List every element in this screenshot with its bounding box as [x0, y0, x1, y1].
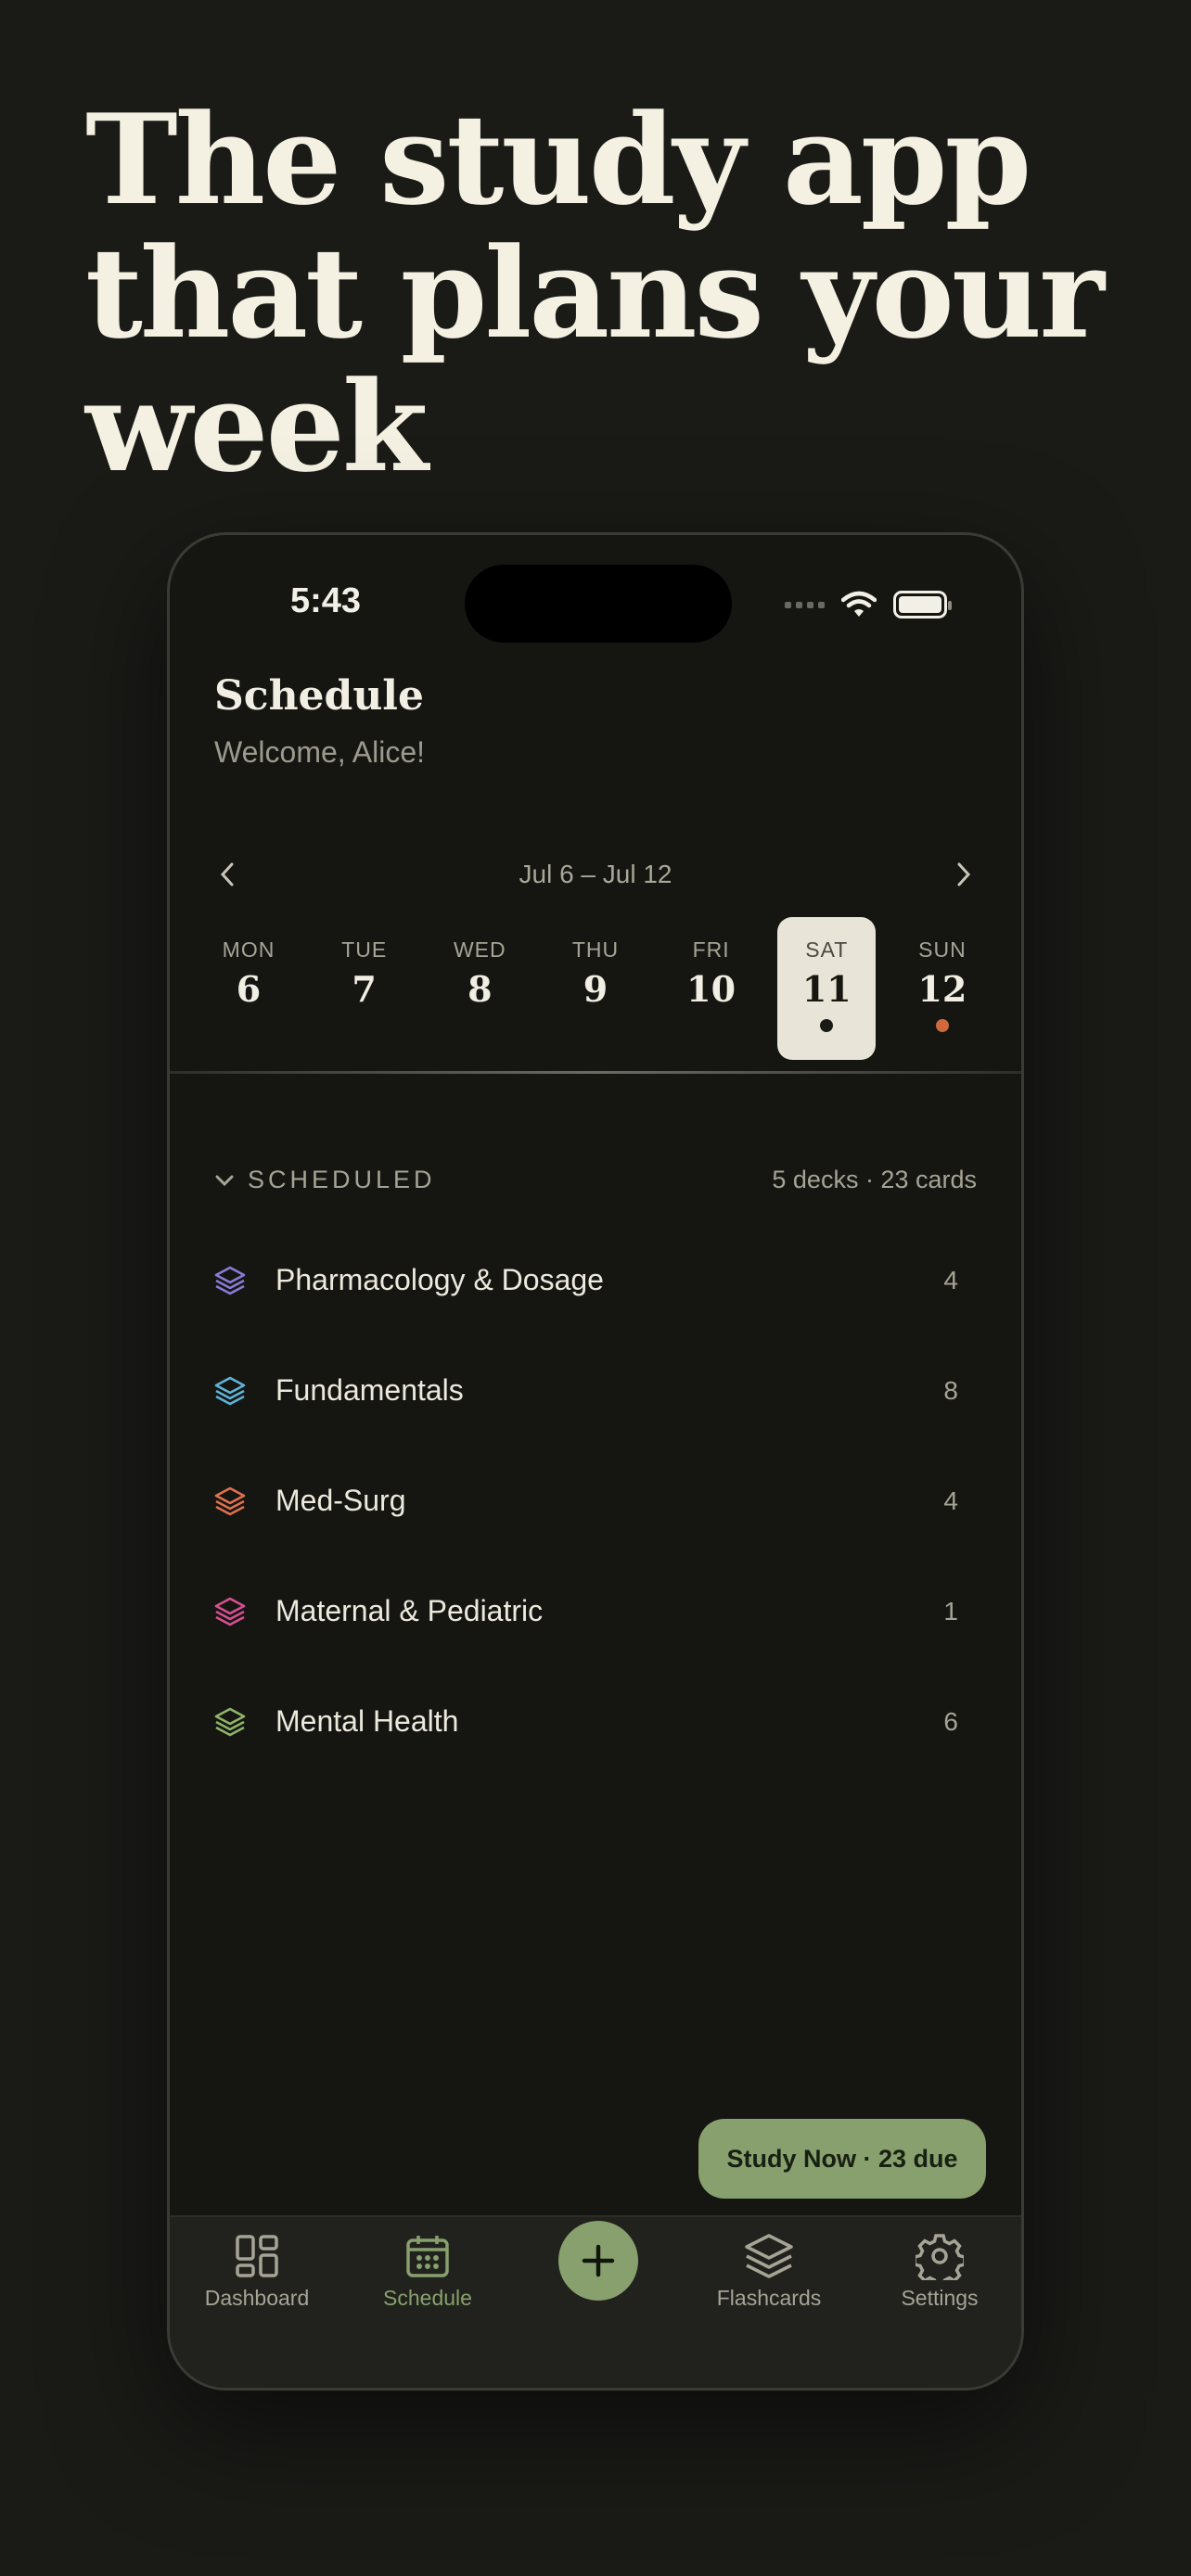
- phone-frame: 5:43 Schedule Welcome, Alice! Jul 6 – Ju…: [167, 532, 1024, 2391]
- gear-icon: [916, 2234, 964, 2280]
- day-date: 7: [352, 968, 377, 1010]
- day-fri[interactable]: FRI 10: [662, 917, 761, 1060]
- hero-line-3: week: [85, 353, 429, 500]
- deck-name: Maternal & Pediatric: [275, 1594, 544, 1627]
- deck-stack-icon: [214, 1376, 275, 1406]
- deck-list-item[interactable]: Fundamentals 8: [214, 1335, 977, 1446]
- calendar-icon: [406, 2236, 449, 2277]
- dashboard-icon: [236, 2235, 278, 2277]
- deck-name: Med-Surg: [275, 1484, 406, 1517]
- day-date: 9: [583, 968, 608, 1010]
- layers-icon: [745, 2234, 793, 2278]
- day-date: 6: [236, 968, 262, 1010]
- tab-label: Schedule: [383, 2286, 472, 2310]
- deck-card-count: 8: [943, 1375, 958, 1405]
- deck-name: Pharmacology & Dosage: [275, 1263, 604, 1296]
- page-title: Schedule: [214, 672, 425, 720]
- day-indicator-dot: [935, 1019, 949, 1032]
- previous-week-button[interactable]: [207, 854, 248, 895]
- header-divider: [170, 1071, 1021, 1074]
- scheduled-label: SCHEDULED: [248, 1166, 436, 1193]
- day-date: 11: [801, 968, 852, 1010]
- add-button[interactable]: [558, 2221, 638, 2301]
- welcome-text: Welcome, Alice!: [214, 735, 426, 769]
- day-name: FRI: [692, 937, 730, 962]
- day-date: 8: [467, 968, 493, 1010]
- day-mon[interactable]: MON 6: [199, 917, 298, 1060]
- deck-card-count: 4: [943, 1486, 958, 1515]
- deck-stack-icon: [214, 1486, 275, 1516]
- day-name: MON: [222, 937, 275, 962]
- day-date: 10: [686, 968, 736, 1010]
- tab-label: Settings: [901, 2286, 979, 2310]
- scheduled-summary: 5 decks · 23 cards: [772, 1166, 977, 1193]
- day-name: SUN: [918, 937, 967, 962]
- next-week-button[interactable]: [943, 854, 984, 895]
- deck-card-count: 4: [943, 1265, 958, 1294]
- scheduled-section-header[interactable]: SCHEDULED 5 decks · 23 cards: [214, 1166, 977, 1194]
- deck-stack-icon: [214, 1266, 275, 1295]
- day-tue[interactable]: TUE 7: [315, 917, 414, 1060]
- deck-card-count: 1: [943, 1596, 958, 1626]
- tab-label: Flashcards: [716, 2286, 822, 2310]
- plus-icon: [582, 2244, 615, 2277]
- hero-headline: The study app that plans your week: [85, 93, 1124, 493]
- chevron-right-icon: [957, 862, 971, 886]
- tab-dashboard[interactable]: Dashboard: [183, 2217, 331, 2311]
- battery-icon: [893, 591, 952, 618]
- deck-list-item[interactable]: Mental Health 6: [214, 1666, 977, 1777]
- day-name: TUE: [341, 937, 388, 962]
- tab-flashcards[interactable]: Flashcards: [695, 2217, 843, 2311]
- week-range: Jul 6 – Jul 12: [519, 860, 672, 888]
- day-indicator-dot: [820, 1019, 834, 1032]
- deck-list-item[interactable]: Pharmacology & Dosage 4: [214, 1225, 977, 1335]
- deck-card-count: 6: [943, 1706, 958, 1736]
- tab-label: Dashboard: [204, 2286, 310, 2310]
- dynamic-island: [465, 565, 732, 643]
- signal-icon: [785, 601, 825, 608]
- hero-line-2: that plans your: [85, 220, 1105, 366]
- deck-stack-icon: [214, 1707, 275, 1737]
- day-sat[interactable]: SAT 11: [777, 917, 877, 1060]
- day-thu[interactable]: THU 9: [546, 917, 645, 1060]
- week-navigator: Jul 6 – Jul 12: [207, 847, 984, 902]
- day-name: SAT: [805, 937, 849, 962]
- status-indicators: [785, 591, 952, 618]
- chevron-left-icon: [220, 862, 234, 886]
- deck-list-item[interactable]: Med-Surg 4: [214, 1446, 977, 1556]
- day-selector: MON 6 TUE 7 WED 8 THU 9 FRI 10 SAT 11 SUN 12: [199, 917, 992, 1060]
- hero-line-1: The study app: [85, 86, 1031, 233]
- day-sun[interactable]: SUN 12: [893, 917, 992, 1060]
- day-wed[interactable]: WED 8: [430, 917, 529, 1060]
- tab-bar: Dashboard Schedule Flashcards Settings: [170, 2215, 1021, 2388]
- deck-name: Mental Health: [275, 1704, 459, 1738]
- study-now-button[interactable]: Study Now · 23 due: [698, 2119, 986, 2199]
- day-name: THU: [571, 937, 620, 962]
- deck-stack-icon: [214, 1597, 275, 1626]
- deck-list-item[interactable]: Maternal & Pediatric 1: [214, 1556, 977, 1666]
- wifi-icon: [841, 591, 877, 617]
- day-name: WED: [453, 937, 506, 962]
- status-time: 5:43: [290, 581, 362, 620]
- day-date: 12: [917, 968, 967, 1010]
- chevron-down-icon: [215, 1175, 234, 1186]
- tab-schedule[interactable]: Schedule: [353, 2217, 502, 2311]
- tab-settings[interactable]: Settings: [865, 2217, 1014, 2311]
- deck-name: Fundamentals: [275, 1373, 464, 1407]
- deck-list: Pharmacology & Dosage 4 Fundamentals 8 Med-S…: [214, 1225, 977, 1777]
